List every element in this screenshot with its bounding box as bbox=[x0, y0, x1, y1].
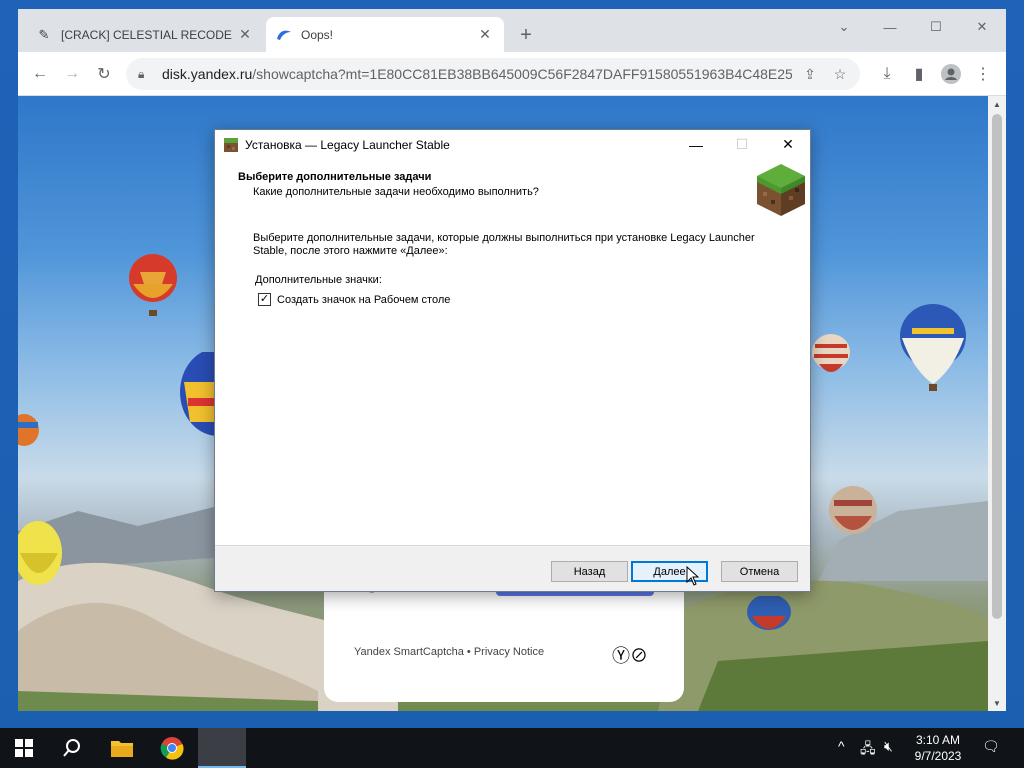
url-path: /showcaptcha?mt=1E80CC81EB38BB645009C56F… bbox=[252, 66, 793, 82]
task-description: Выберите дополнительные задачи, которые … bbox=[253, 232, 755, 257]
captcha-footer-links[interactable]: Yandex SmartCaptcha • Privacy Notice bbox=[354, 646, 544, 658]
balloon-decoration bbox=[18, 414, 39, 446]
close-tab-icon[interactable]: ✕ bbox=[476, 26, 494, 44]
notifications-icon[interactable]: 🗨︎ bbox=[982, 738, 1000, 755]
minimize-button[interactable]: — bbox=[867, 15, 913, 39]
dialog-title: Установка — Legacy Launcher Stable bbox=[245, 137, 450, 152]
balloon-decoration bbox=[812, 334, 850, 372]
checkbox-label[interactable]: Создать значок на Рабочем столе bbox=[277, 294, 450, 306]
profile-avatar-icon[interactable] bbox=[937, 60, 965, 88]
desktop-shortcut-checkbox[interactable]: ✓ Создать значок на Рабочем столе bbox=[258, 293, 450, 306]
tab-title: Oops! bbox=[301, 27, 334, 42]
bookmark-star-icon[interactable]: ☆ bbox=[830, 64, 850, 84]
balloon-decoration bbox=[180, 352, 218, 436]
file-explorer-icon[interactable] bbox=[98, 728, 146, 768]
checkbox-checked-icon[interactable]: ✓ bbox=[258, 293, 271, 306]
cancel-button[interactable]: Отмена bbox=[721, 561, 798, 582]
back-button[interactable]: ← bbox=[26, 60, 54, 88]
group-label: Дополнительные значки: bbox=[255, 274, 382, 286]
menu-kebab-icon[interactable]: ⋮ bbox=[969, 60, 997, 88]
start-windows-icon[interactable] bbox=[0, 728, 48, 768]
balloon-decoration bbox=[129, 254, 177, 316]
maximize-button[interactable]: ☐ bbox=[913, 15, 959, 39]
page-scrollbar[interactable]: ▲ ▼ bbox=[988, 96, 1006, 711]
lock-icon: 🔒︎ bbox=[138, 66, 145, 81]
grass-block-icon bbox=[757, 164, 805, 216]
tab-crack[interactable]: ✎ [CRACK] CELESTIAL RECODE 1.16 ✕ bbox=[26, 17, 264, 52]
balloon-decoration bbox=[900, 304, 966, 391]
scroll-down-arrow-icon[interactable]: ▼ bbox=[988, 695, 1006, 711]
mouse-cursor-icon bbox=[686, 566, 700, 586]
search-icon[interactable] bbox=[48, 728, 96, 768]
installer-dialog: Установка — Legacy Launcher Stable — ☐ ✕… bbox=[214, 129, 811, 592]
minecraft-block-icon bbox=[224, 137, 238, 152]
dialog-header: Выберите дополнительные задачи Какие доп… bbox=[215, 159, 810, 220]
page-heading: Выберите дополнительные задачи bbox=[238, 171, 432, 183]
yandex-logo-icon: Ⓨ⊘ bbox=[612, 646, 648, 666]
network-icon[interactable]: 🖧︎ bbox=[860, 738, 876, 762]
url-host: disk.yandex.ru bbox=[162, 66, 253, 82]
tab-oops[interactable]: Oops! ✕ bbox=[266, 17, 504, 52]
new-tab-button[interactable]: + bbox=[514, 23, 538, 47]
close-window-button[interactable]: ✕ bbox=[959, 15, 1005, 39]
download-icon[interactable]: ⤓ bbox=[873, 60, 901, 88]
dialog-body: Выберите дополнительные задачи, которые … bbox=[215, 220, 810, 545]
share-icon[interactable]: ⇪ bbox=[800, 64, 820, 84]
windows-taskbar: ^ 🖧︎ 🔇︎ 3:10 AM 9/7/2023 🗨︎ bbox=[0, 728, 1024, 768]
yandex-disk-icon bbox=[276, 27, 292, 43]
volume-muted-icon[interactable]: 🔇︎ bbox=[884, 738, 893, 755]
tab-strip: ✎ [CRACK] CELESTIAL RECODE 1.16 ✕ Oops! … bbox=[18, 9, 1006, 52]
dialog-maximize-button: ☐ bbox=[735, 136, 749, 152]
scrollbar-thumb[interactable] bbox=[992, 114, 1002, 619]
taskbar-clock[interactable]: 3:10 AM 9/7/2023 bbox=[907, 732, 969, 764]
dialog-minimize-button[interactable]: — bbox=[673, 130, 719, 159]
chrome-icon[interactable] bbox=[148, 728, 196, 768]
balloon-decoration bbox=[747, 596, 791, 630]
installer-taskbar-button[interactable] bbox=[198, 728, 246, 768]
scroll-up-arrow-icon[interactable]: ▲ bbox=[988, 96, 1006, 112]
address-bar[interactable]: 🔒︎ disk.yandex.ru /showcaptcha?mt=1E80CC… bbox=[126, 58, 860, 90]
tab-title: [CRACK] CELESTIAL RECODE 1.16 bbox=[61, 27, 236, 42]
balloon-decoration bbox=[829, 486, 877, 534]
dialog-footer: Назад Далее Отмена bbox=[215, 545, 810, 591]
reload-button[interactable]: ↻ bbox=[90, 60, 118, 88]
browser-toolbar: ← → ↻ 🔒︎ disk.yandex.ru /showcaptcha?mt=… bbox=[18, 52, 1006, 96]
feather-icon: ✎ bbox=[38, 26, 50, 42]
clock-date: 9/7/2023 bbox=[914, 749, 962, 763]
side-panel-icon[interactable]: ▮ bbox=[905, 60, 933, 88]
show-hidden-icons-chevron-icon[interactable]: ^ bbox=[838, 738, 845, 754]
tab-search-icon[interactable]: ⌄ bbox=[821, 15, 867, 39]
close-tab-icon[interactable]: ✕ bbox=[236, 26, 254, 44]
forward-button[interactable]: → bbox=[58, 60, 86, 88]
dialog-titlebar[interactable]: Установка — Legacy Launcher Stable — ☐ ✕ bbox=[215, 130, 810, 159]
balloon-decoration bbox=[18, 521, 62, 585]
page-subheading: Какие дополнительные задачи необходимо в… bbox=[253, 186, 539, 198]
back-button[interactable]: Назад bbox=[551, 561, 628, 582]
clock-time: 3:10 AM bbox=[915, 733, 961, 747]
dialog-close-button[interactable]: ✕ bbox=[765, 130, 811, 159]
